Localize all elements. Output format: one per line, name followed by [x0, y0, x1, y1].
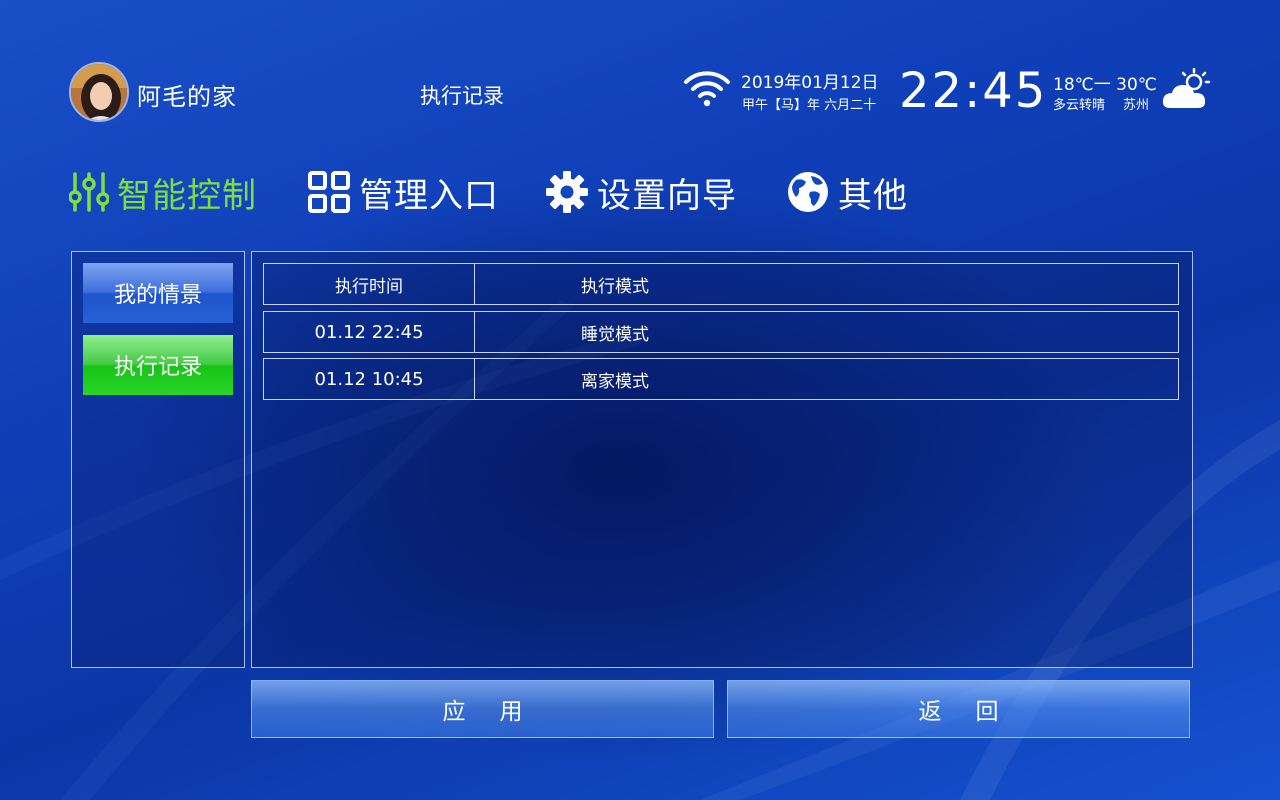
cell-time: 01.12 22:45: [264, 312, 475, 352]
city: 苏州: [1123, 98, 1150, 113]
date: 2019年01月12日: [741, 73, 879, 93]
apply-button[interactable]: 应用: [251, 680, 714, 738]
column-header-time: 执行时间: [264, 264, 475, 304]
globe-icon: [788, 172, 828, 212]
grid-icon: [308, 171, 350, 213]
records-panel: 执行时间 执行模式 01.12 22:45 睡觉模式 01.12 10:45 离…: [251, 251, 1193, 668]
wifi-icon: [684, 71, 730, 107]
sidebar-item-label: 我的情景: [113, 283, 202, 308]
table-row[interactable]: 01.12 10:45 离家模式: [263, 358, 1179, 400]
nav-label: 设置向导: [597, 175, 737, 216]
lunar-date: 甲午【马】年 六月二十: [742, 98, 877, 113]
cell-time: 01.12 10:45: [264, 359, 475, 399]
gear-icon: [546, 171, 588, 213]
nav-other[interactable]: 其他: [786, 166, 908, 218]
page-title: 执行记录: [420, 84, 504, 108]
avatar[interactable]: [69, 62, 129, 122]
weather-description: 多云转晴: [1053, 98, 1106, 113]
nav-smart-control[interactable]: 智能控制: [69, 166, 257, 218]
nav-label: 其他: [838, 175, 908, 216]
sidebar-item-label: 执行记录: [113, 355, 202, 380]
sidebar: 我的情景 执行记录: [71, 251, 245, 668]
back-button[interactable]: 返回: [727, 680, 1190, 738]
table-header: 执行时间 执行模式: [263, 263, 1179, 305]
sliders-icon: [69, 172, 109, 212]
clock: 22:45: [899, 63, 1048, 119]
temperature: 18℃一 30℃: [1053, 75, 1157, 95]
column-header-mode: 执行模式: [581, 276, 649, 297]
sidebar-item-execution-records[interactable]: 执行记录: [83, 335, 233, 395]
nav-label: 智能控制: [117, 175, 257, 216]
nav-management[interactable]: 管理入口: [307, 166, 499, 218]
partly-cloudy-icon: [1162, 68, 1211, 108]
cell-mode: 睡觉模式: [581, 324, 649, 345]
nav-label: 管理入口: [359, 175, 499, 216]
home-name: 阿毛的家: [137, 83, 237, 111]
nav-setup-wizard[interactable]: 设置向导: [545, 166, 737, 218]
table-row[interactable]: 01.12 22:45 睡觉模式: [263, 311, 1179, 353]
cell-mode: 离家模式: [581, 371, 649, 392]
sidebar-item-my-scenes[interactable]: 我的情景: [83, 263, 233, 323]
